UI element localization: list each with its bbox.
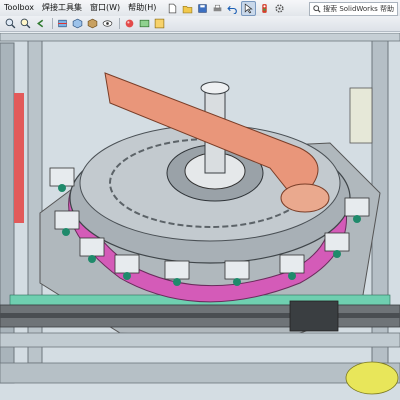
rail-carriage bbox=[289, 300, 339, 332]
open-icon[interactable] bbox=[181, 2, 194, 15]
print-icon[interactable] bbox=[211, 2, 224, 15]
cylinder bbox=[79, 237, 105, 257]
menu-weldments[interactable]: 焊接工具集 bbox=[38, 0, 86, 16]
search-help-box[interactable]: 搜索 SolidWorks 帮助 bbox=[309, 2, 398, 16]
previous-view-icon[interactable] bbox=[34, 17, 47, 30]
appearance-icon[interactable] bbox=[123, 17, 136, 30]
cylinder bbox=[49, 167, 75, 187]
rebuild-icon[interactable] bbox=[258, 2, 271, 15]
view-settings-icon[interactable] bbox=[153, 17, 166, 30]
display-style-icon[interactable] bbox=[86, 17, 99, 30]
shaft-cap bbox=[200, 81, 230, 95]
hide-show-icon[interactable] bbox=[101, 17, 114, 30]
new-icon[interactable] bbox=[166, 2, 179, 15]
frame-beam-top bbox=[0, 33, 400, 42]
menu-window[interactable]: 窗口(W) bbox=[86, 0, 124, 16]
cylinder-port bbox=[288, 272, 296, 280]
cylinder bbox=[164, 260, 190, 280]
menu-toolbox[interactable]: Toolbox bbox=[0, 0, 38, 16]
arm-end-disk bbox=[280, 183, 330, 213]
red-guard-panel bbox=[14, 93, 24, 223]
bottom-beam bbox=[0, 362, 400, 384]
menu-help[interactable]: 帮助(H) bbox=[124, 0, 160, 16]
assembly-model bbox=[0, 33, 400, 400]
toolbar-separator bbox=[119, 18, 120, 29]
cylinder bbox=[54, 210, 80, 230]
right-cylinder-block bbox=[349, 87, 373, 144]
search-label: 搜索 SolidWorks 帮助 bbox=[323, 5, 394, 13]
cylinder-port bbox=[123, 272, 131, 280]
cylinder bbox=[114, 254, 140, 274]
cylinder-port bbox=[58, 184, 66, 192]
save-icon[interactable] bbox=[196, 2, 209, 15]
undo-icon[interactable] bbox=[226, 2, 239, 15]
standard-toolbar bbox=[166, 0, 288, 16]
options-icon[interactable] bbox=[273, 2, 286, 15]
cylinder-port bbox=[173, 278, 181, 286]
select-icon[interactable] bbox=[241, 0, 257, 16]
cylinder bbox=[324, 232, 350, 252]
cylinder bbox=[224, 260, 250, 280]
lower-frame bbox=[0, 332, 400, 348]
fixture-part-yellow bbox=[345, 361, 399, 395]
toolbar-separator bbox=[52, 18, 53, 29]
section-view-icon[interactable] bbox=[56, 17, 69, 30]
cylinder-port bbox=[353, 215, 361, 223]
frame-post-left bbox=[0, 42, 15, 384]
cylinder-port bbox=[88, 255, 96, 263]
solidworks-window: Toolbox 焊接工具集 窗口(W) 帮助(H) 搜索 SolidWorks … bbox=[0, 0, 400, 400]
cylinder-port bbox=[333, 250, 341, 258]
view-orientation-icon[interactable] bbox=[71, 17, 84, 30]
cylinder-port bbox=[233, 278, 241, 286]
linear-rail-slot bbox=[0, 313, 400, 318]
cylinder-port bbox=[62, 228, 70, 236]
zoom-fit-icon[interactable] bbox=[4, 17, 17, 30]
zoom-area-icon[interactable] bbox=[19, 17, 32, 30]
view-toolbar bbox=[0, 16, 400, 32]
graphics-viewport[interactable] bbox=[0, 33, 400, 400]
menu-bar: Toolbox 焊接工具集 窗口(W) 帮助(H) 搜索 SolidWorks … bbox=[0, 0, 400, 17]
scene-icon[interactable] bbox=[138, 17, 151, 30]
cylinder bbox=[279, 254, 305, 274]
cylinder bbox=[344, 197, 370, 217]
search-icon bbox=[313, 5, 321, 13]
